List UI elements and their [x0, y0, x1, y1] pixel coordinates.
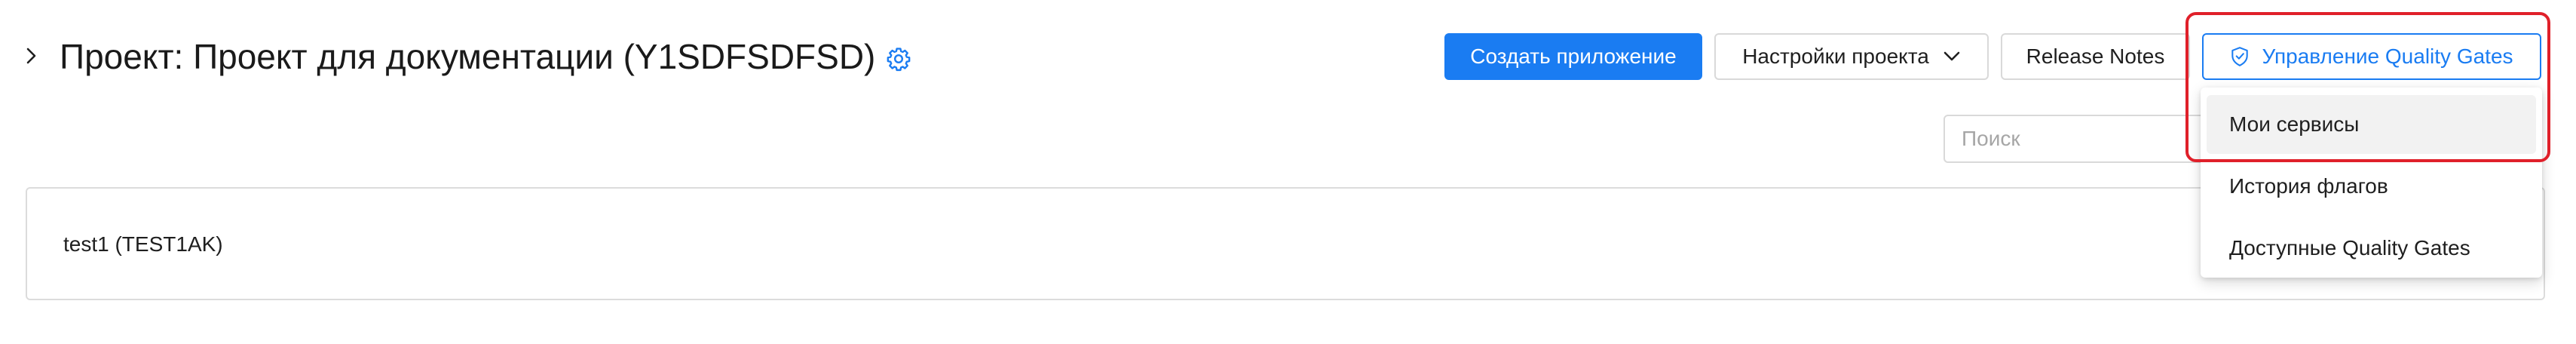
- quality-gates-button[interactable]: Управление Quality Gates: [2202, 33, 2541, 80]
- chevron-down-icon: [1943, 51, 1961, 63]
- release-notes-label: Release Notes: [2026, 45, 2165, 68]
- gear-icon[interactable]: [886, 46, 911, 72]
- create-app-label: Создать приложение: [1470, 45, 1677, 68]
- search-input[interactable]: [1943, 115, 2215, 163]
- menu-item-my-services[interactable]: Мои сервисы: [2207, 95, 2536, 154]
- create-app-button[interactable]: Создать приложение: [1444, 33, 1702, 80]
- menu-item-label: История флагов: [2229, 174, 2388, 198]
- shield-check-icon: [2230, 46, 2250, 67]
- menu-item-flag-history[interactable]: История флагов: [2207, 157, 2536, 216]
- menu-item-available-quality-gates[interactable]: Доступные Quality Gates: [2207, 219, 2536, 278]
- quality-gates-dropdown-menu: Мои сервисы История флагов Доступные Qua…: [2201, 88, 2542, 278]
- menu-item-label: Доступные Quality Gates: [2229, 236, 2470, 260]
- release-notes-button[interactable]: Release Notes: [2001, 33, 2190, 80]
- project-card-label: test1 (TEST1AK): [63, 232, 223, 256]
- page-title: Проект: Проект для документации (Y1SDFSD…: [60, 33, 911, 80]
- expand-chevron-icon[interactable]: [23, 44, 41, 68]
- quality-gates-label: Управление Quality Gates: [2262, 45, 2513, 68]
- page-title-text: Проект: Проект для документации (Y1SDFSD…: [60, 37, 876, 76]
- project-settings-label: Настройки проекта: [1742, 45, 1929, 68]
- project-settings-button[interactable]: Настройки проекта: [1714, 33, 1989, 80]
- menu-item-label: Мои сервисы: [2229, 112, 2360, 136]
- project-card[interactable]: test1 (TEST1AK): [26, 187, 2545, 300]
